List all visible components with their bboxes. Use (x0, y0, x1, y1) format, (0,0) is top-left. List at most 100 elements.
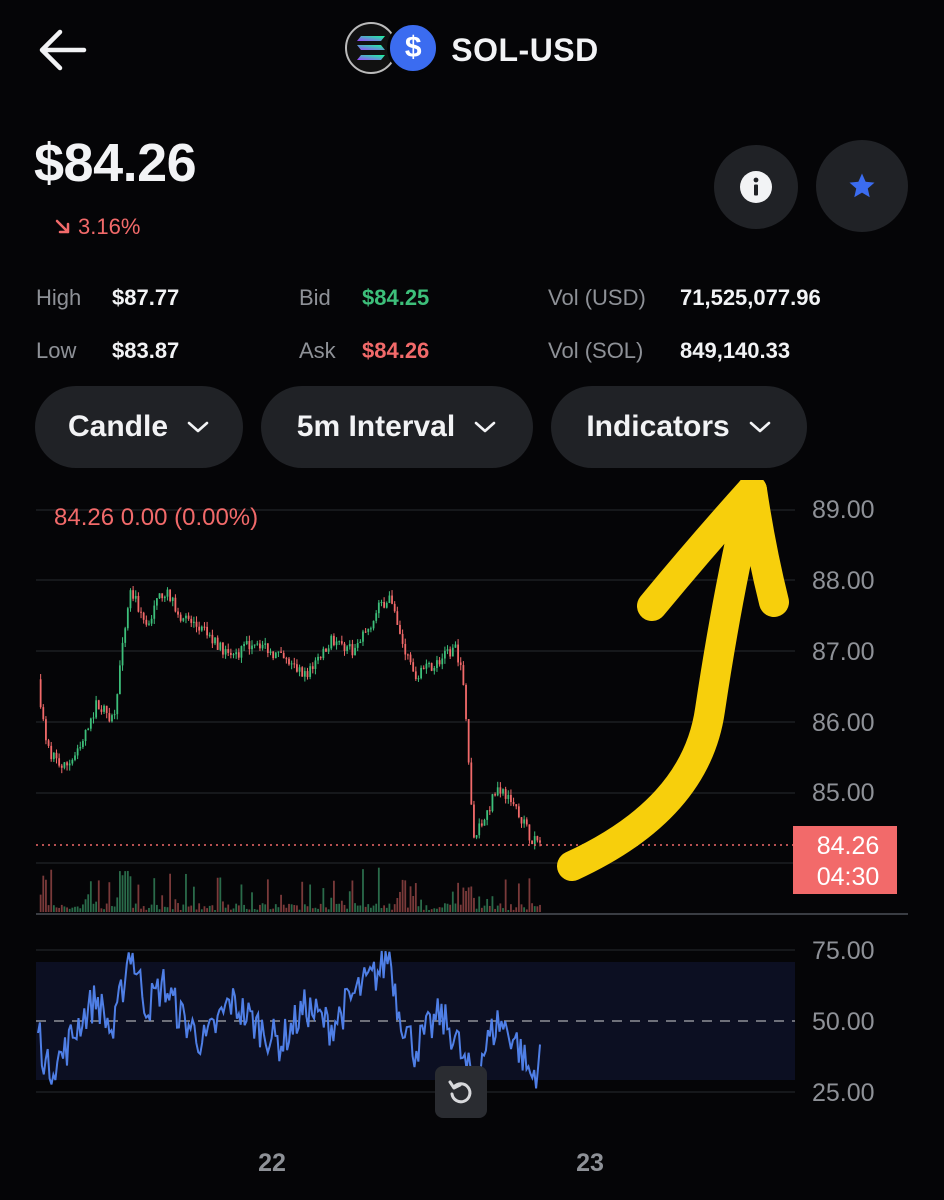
candle-body (473, 804, 475, 838)
candle-body (393, 603, 396, 612)
candle-body (55, 752, 58, 759)
volume-bar (208, 905, 211, 912)
price-tick: 87.00 (812, 638, 875, 666)
volume-bar (95, 901, 98, 912)
candle-body (462, 665, 465, 685)
vol-sol-value: 849,140.33 (680, 338, 791, 363)
volume-bar (404, 880, 407, 912)
info-button[interactable] (714, 145, 798, 229)
volume-bar (327, 909, 330, 912)
candle-body (39, 679, 42, 708)
volume-bar (256, 909, 259, 912)
volume-bar (428, 909, 430, 912)
volume-bar (52, 905, 55, 912)
candle-body (375, 613, 378, 621)
volume-bar (502, 908, 504, 912)
candle-body (251, 645, 253, 650)
yellow-arrow-annotation (557, 480, 789, 881)
candle-body (409, 654, 412, 663)
candle-body (161, 593, 164, 599)
volume-bar (248, 909, 251, 912)
volume-bar (235, 903, 238, 912)
candle-body (478, 823, 481, 836)
candle-body (454, 644, 457, 648)
volume-bar (301, 881, 304, 912)
candle-body (517, 806, 520, 818)
candle-body (47, 740, 50, 746)
candle-body (116, 694, 119, 715)
chart-type-dropdown[interactable]: Candle (35, 386, 243, 468)
volume-bar (55, 907, 58, 912)
candle-body (97, 700, 100, 710)
volume-bar (441, 907, 444, 912)
candle-body (76, 748, 79, 756)
candle-body (333, 635, 335, 646)
volume-bar (185, 873, 187, 912)
volume-bar (420, 899, 423, 912)
favorite-button[interactable] (816, 140, 908, 232)
volume-bar (314, 907, 317, 912)
candle-body (428, 663, 430, 665)
candle-body (119, 665, 121, 695)
volume-bar (119, 871, 121, 912)
candle-body (211, 634, 214, 644)
candle-body (465, 684, 467, 720)
price-tick: 86.00 (812, 709, 875, 737)
volume-bar (306, 906, 309, 912)
volume-bar (539, 904, 541, 912)
high-label: High (36, 285, 82, 310)
volume-bar (356, 905, 359, 912)
volume-bar (528, 878, 531, 912)
volume-bar (97, 880, 100, 912)
candle-body (169, 589, 172, 601)
volume-bar (121, 875, 124, 912)
candle-body (425, 663, 428, 669)
candle-body (531, 840, 533, 844)
candle-body (153, 605, 156, 619)
volume-bar (436, 908, 438, 912)
candle-body (243, 643, 245, 647)
candle-body (311, 666, 314, 669)
volume-bar (417, 906, 420, 912)
volume-bar (362, 869, 364, 912)
volume-bar (507, 909, 510, 912)
candle-body (536, 836, 539, 841)
candle-body (533, 836, 536, 844)
volume-bar (515, 907, 518, 912)
candle-body (229, 652, 232, 655)
volume-bar (372, 905, 375, 912)
bid-label: Bid (299, 285, 331, 310)
volume-bar (354, 903, 356, 912)
price-change-percent: 3.16% (78, 214, 141, 239)
candle-body (317, 656, 319, 661)
candle-body (158, 593, 161, 599)
candle-body (235, 652, 238, 655)
volume-bar (296, 905, 298, 912)
candle-body (200, 626, 203, 631)
volume-bar (531, 903, 533, 912)
indicators-dropdown[interactable]: Indicators (551, 386, 807, 468)
low-label: Low (36, 338, 77, 363)
interval-dropdown[interactable]: 5m Interval (261, 386, 533, 468)
reset-zoom-button[interactable] (435, 1066, 487, 1118)
volume-bar (272, 908, 275, 912)
candle-body (240, 646, 243, 658)
volume-bar (385, 907, 388, 912)
volume-bar (499, 903, 502, 912)
volume-bar (465, 890, 467, 912)
volume-bar (346, 908, 349, 912)
candle-body (171, 597, 174, 601)
volume-bar (335, 903, 338, 912)
ask-value: $84.26 (362, 338, 430, 363)
candle-body (348, 644, 351, 647)
candle-body (66, 762, 68, 766)
candle-body (441, 658, 444, 665)
candle-body (206, 626, 208, 636)
volume-bar (63, 906, 66, 912)
volume-bar (533, 906, 536, 912)
candle-body (42, 707, 45, 720)
candle-body (266, 643, 269, 653)
candle-body (126, 608, 129, 629)
low-value: $83.87 (112, 338, 180, 363)
volume-bar (322, 888, 325, 912)
